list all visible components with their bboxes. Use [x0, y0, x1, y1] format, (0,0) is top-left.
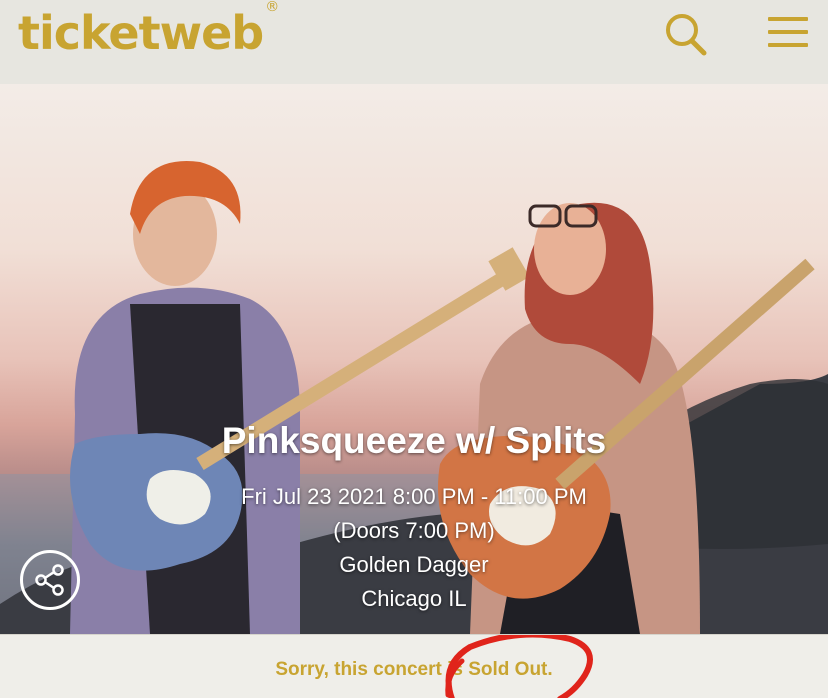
search-icon[interactable] — [664, 10, 710, 56]
sold-out-banner: Sorry, this concert is Sold Out. — [0, 634, 828, 698]
hamburger-menu-icon[interactable] — [766, 14, 810, 50]
event-venue[interactable]: Golden Dagger — [0, 552, 828, 578]
registered-mark: ® — [265, 0, 279, 15]
event-doors-time: (Doors 7:00 PM) — [333, 518, 495, 543]
event-city: Chicago IL — [361, 586, 467, 611]
share-icon[interactable] — [20, 550, 80, 610]
event-hero-image: Pinksqueeze w/ Splits Fri Jul 23 2021 8:… — [0, 84, 828, 634]
site-header: ticketweb ® — [0, 0, 828, 84]
event-date-time: Fri Jul 23 2021 8:00 PM - 11:00 PM — [241, 484, 587, 509]
logo-text: ticketweb — [18, 6, 264, 60]
event-title: Pinksqueeze w/ Splits — [221, 420, 607, 461]
sold-out-message: Sorry, this concert is Sold Out. — [275, 659, 553, 680]
ticketweb-logo[interactable]: ticketweb ® — [18, 0, 279, 60]
